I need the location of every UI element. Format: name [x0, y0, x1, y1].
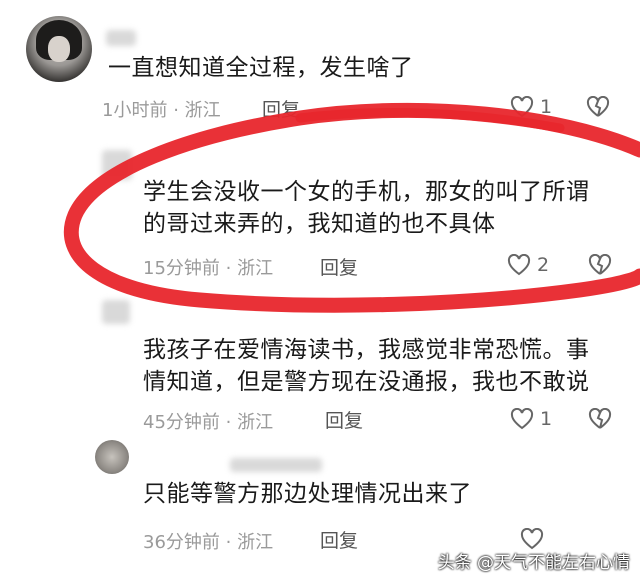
- comment-text: 学生会没收一个女的手机，那女的叫了所谓: [143, 179, 590, 205]
- comment-time: 15分钟前: [143, 258, 220, 279]
- like-button[interactable]: 2: [507, 254, 549, 276]
- blurred-username: [230, 458, 322, 472]
- watermark: 头条 @天气不能左右心情: [437, 553, 630, 573]
- like-button[interactable]: 1: [510, 96, 552, 118]
- blurred-username: [106, 30, 136, 46]
- reply-button[interactable]: 回复: [262, 95, 300, 122]
- reply-button[interactable]: 回复: [325, 406, 363, 433]
- comment-screenshot: 一直想知道全过程，发生啥了 1小时前 · 浙江 回复 1 学生会没收一个女的手机…: [0, 0, 640, 581]
- comment-location: 浙江: [237, 258, 274, 279]
- heart-icon: [507, 254, 531, 276]
- comment-location: 浙江: [237, 532, 274, 553]
- like-count: 2: [537, 254, 550, 276]
- comment-time: 45分钟前: [143, 412, 220, 433]
- comment-meta: 45分钟前 · 浙江: [143, 408, 273, 434]
- separator: ·: [225, 258, 232, 279]
- like-button[interactable]: 1: [510, 408, 552, 430]
- separator: ·: [173, 100, 179, 121]
- blurred-avatar: [102, 300, 130, 324]
- dislike-icon[interactable]: [588, 254, 612, 276]
- comment-time: 36分钟前: [143, 532, 220, 553]
- comment-meta: 36分钟前 · 浙江: [143, 528, 273, 554]
- separator: ·: [225, 412, 232, 433]
- comment-location: 浙江: [237, 412, 274, 433]
- blurred-avatar: [102, 150, 132, 180]
- separator: ·: [225, 532, 232, 553]
- like-count: 1: [540, 408, 553, 430]
- comment-text: 一直想知道全过程，发生啥了: [108, 55, 414, 81]
- dislike-icon[interactable]: [586, 96, 610, 118]
- comment-meta: 1小时前 · 浙江: [102, 96, 221, 122]
- heart-icon: [510, 96, 534, 118]
- comment-text: 只能等警方那边处理情况出来了: [143, 481, 472, 507]
- avatar[interactable]: [26, 16, 92, 82]
- comment-meta: 15分钟前 · 浙江: [143, 254, 273, 280]
- reply-button[interactable]: 回复: [320, 526, 358, 553]
- comment-text: 我孩子在爱情海读书，我感觉非常恐慌。事: [143, 337, 590, 363]
- heart-icon: [510, 408, 534, 430]
- avatar[interactable]: [95, 440, 129, 474]
- comment-location: 浙江: [184, 100, 221, 121]
- comment-text: 情知道，但是警方现在没通报，我也不敢说: [143, 369, 590, 395]
- dislike-icon[interactable]: [588, 408, 612, 430]
- reply-button[interactable]: 回复: [320, 253, 358, 280]
- like-count: 1: [540, 96, 553, 118]
- heart-icon[interactable]: [520, 528, 544, 550]
- comment-time: 1小时前: [102, 100, 168, 121]
- comment-text: 的哥过来弄的，我知道的也不具体: [143, 211, 496, 237]
